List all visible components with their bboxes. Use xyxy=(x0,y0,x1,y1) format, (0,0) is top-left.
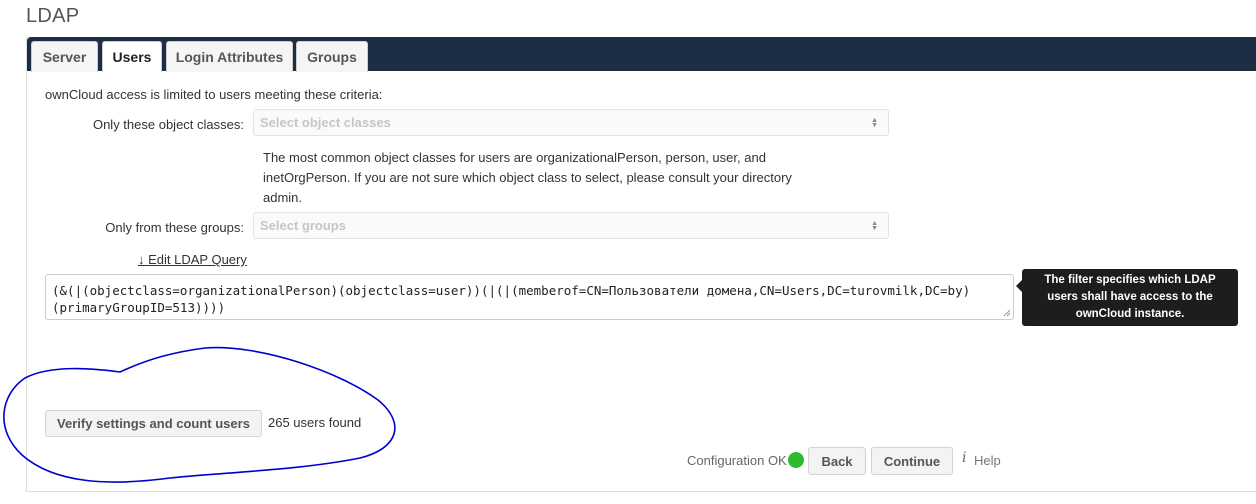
edit-ldap-query-link[interactable]: ↓ Edit LDAP Query xyxy=(138,252,247,267)
continue-button[interactable]: Continue xyxy=(871,447,953,475)
verify-settings-button[interactable]: Verify settings and count users xyxy=(45,410,262,437)
ldap-query-text: (&(|(objectclass=organizationalPerson)(o… xyxy=(52,283,971,315)
tab-bar: Server Users Login Attributes Groups xyxy=(27,37,1256,72)
info-icon[interactable]: i xyxy=(962,450,966,466)
users-found-count: 265 users found xyxy=(268,415,362,430)
back-button[interactable]: Back xyxy=(808,447,866,475)
configuration-status: Configuration OK xyxy=(687,453,787,468)
object-classes-hint: The most common object classes for users… xyxy=(263,150,792,205)
help-link[interactable]: Help xyxy=(974,453,1001,468)
tab-users[interactable]: Users xyxy=(102,41,162,72)
object-classes-label: Only these object classes: xyxy=(92,117,244,132)
tab-login-attributes[interactable]: Login Attributes xyxy=(166,41,293,72)
groups-select[interactable]: Select groups ▲ ▼ xyxy=(253,212,889,239)
tab-groups[interactable]: Groups xyxy=(296,41,368,72)
object-classes-placeholder: Select object classes xyxy=(260,115,391,130)
ldap-filter-tooltip: The filter specifies which LDAP users sh… xyxy=(1016,269,1238,326)
groups-placeholder: Select groups xyxy=(260,218,346,233)
object-classes-select[interactable]: Select object classes ▲ ▼ xyxy=(253,109,889,136)
groups-label: Only from these groups: xyxy=(105,220,244,235)
resize-grip-icon[interactable] xyxy=(1003,309,1011,317)
select-arrows-icon: ▲ ▼ xyxy=(871,220,878,232)
page-title: LDAP xyxy=(26,5,80,27)
select-arrows-icon: ▲ ▼ xyxy=(871,117,878,129)
ldap-query-textarea[interactable]: (&(|(objectclass=organizationalPerson)(o… xyxy=(45,274,1014,320)
tab-server[interactable]: Server xyxy=(31,41,98,72)
status-ok-icon xyxy=(788,452,804,468)
criteria-intro: ownCloud access is limited to users meet… xyxy=(45,87,383,102)
